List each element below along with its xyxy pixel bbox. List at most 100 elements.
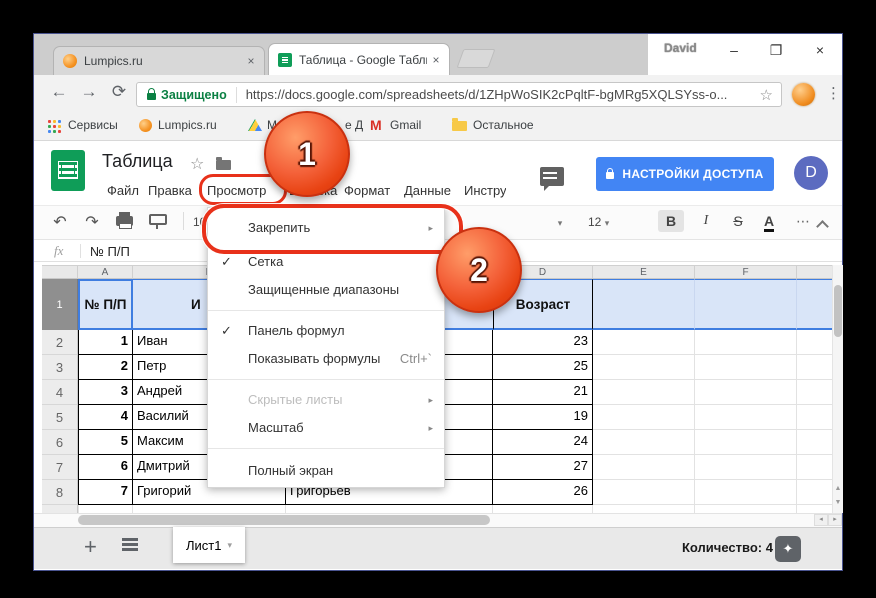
cell[interactable]	[695, 430, 797, 455]
cell[interactable]: 5	[78, 430, 133, 455]
redo-icon[interactable]: ↷	[80, 212, 104, 232]
menu-file[interactable]: Файл	[107, 181, 139, 201]
cell[interactable]: 21	[493, 380, 593, 405]
cell[interactable]: 23	[493, 330, 593, 355]
collapse-toolbar-icon[interactable]	[818, 219, 828, 229]
row-header[interactable]: 5	[42, 405, 78, 430]
horizontal-scrollbar-thumb[interactable]	[78, 515, 490, 525]
cell[interactable]	[593, 430, 695, 455]
sheet-menu-caret-icon[interactable]: ▾	[227, 540, 232, 551]
cell[interactable]	[695, 330, 797, 355]
cell[interactable]	[797, 330, 832, 355]
profile-avatar[interactable]	[792, 83, 815, 106]
menu-data[interactable]: Данные	[404, 181, 451, 201]
cell[interactable]	[797, 480, 832, 505]
apps-grid-icon[interactable]	[48, 120, 61, 133]
cell[interactable]	[797, 405, 832, 430]
bold-button[interactable]: B	[658, 210, 684, 232]
undo-icon[interactable]: ↶	[48, 212, 72, 232]
menu-item-show-formulas[interactable]: Показывать формулы Ctrl+`	[208, 345, 444, 373]
document-title[interactable]: Таблица	[102, 151, 173, 172]
cell[interactable]	[797, 380, 832, 405]
row-header[interactable]: 2	[42, 330, 78, 355]
row-header[interactable]: 3	[42, 355, 78, 380]
share-settings-button[interactable]: НАСТРОЙКИ ДОСТУПА	[596, 157, 774, 191]
column-header-g[interactable]	[797, 265, 832, 279]
back-icon[interactable]: ←	[48, 82, 70, 102]
maximize-button[interactable]: ❐	[764, 40, 788, 60]
browser-tab-sheets[interactable]: Таблица - Google Табли ×	[268, 43, 450, 75]
menu-tools[interactable]: Инстру	[464, 181, 506, 201]
menu-format[interactable]: Формат	[344, 181, 390, 201]
close-button[interactable]: ×	[808, 40, 832, 60]
cell[interactable]	[593, 455, 695, 480]
row-header[interactable]: 6	[42, 430, 78, 455]
formula-bar-value[interactable]: № П/П	[90, 244, 130, 259]
add-sheet-button[interactable]: +	[84, 534, 97, 560]
cell[interactable]: 3	[78, 380, 133, 405]
text-color-button[interactable]: A	[756, 210, 782, 232]
cell[interactable]	[593, 355, 695, 380]
cell[interactable]	[695, 355, 797, 380]
cell-a1-selected[interactable]: № П/П	[78, 279, 133, 330]
tab-close-icon[interactable]: ×	[242, 54, 260, 68]
cell[interactable]: 24	[493, 430, 593, 455]
move-folder-icon[interactable]	[216, 160, 231, 170]
address-bar[interactable]: Защищено https://docs.google.com/spreads…	[136, 82, 782, 107]
cell-e1[interactable]	[593, 279, 695, 330]
paint-format-icon[interactable]	[149, 214, 167, 225]
row-header-selected[interactable]: 1	[42, 279, 78, 330]
cell[interactable]	[695, 380, 797, 405]
select-all-corner[interactable]	[42, 265, 78, 279]
menu-item-formula-bar[interactable]: ✓ Панель формул	[208, 317, 444, 345]
column-header-e[interactable]: E	[593, 265, 695, 279]
tab-close-icon[interactable]: ×	[427, 53, 445, 67]
column-header-a[interactable]: A	[78, 265, 133, 279]
browser-tab-lumpics[interactable]: Lumpics.ru ×	[53, 46, 265, 75]
user-avatar[interactable]: D	[794, 156, 828, 190]
cell-f1[interactable]	[695, 279, 797, 330]
cell[interactable]: 19	[493, 405, 593, 430]
more-tools-icon[interactable]: ⋯	[790, 210, 816, 232]
all-sheets-icon[interactable]	[122, 538, 138, 541]
reload-icon[interactable]: ⟳	[108, 82, 130, 102]
cell[interactable]: 25	[493, 355, 593, 380]
chrome-menu-icon[interactable]: ⋮	[826, 84, 841, 102]
font-family-caret-icon[interactable]: ▾	[548, 218, 572, 229]
cell[interactable]: 1	[78, 330, 133, 355]
cell[interactable]	[593, 380, 695, 405]
font-size-select[interactable]: 12 ▾	[588, 215, 609, 229]
bookmark-gmail[interactable]: Gmail	[390, 118, 421, 132]
cell[interactable]	[593, 330, 695, 355]
scroll-down-icon[interactable]: ▼	[833, 497, 843, 509]
cell[interactable]: 27	[493, 455, 593, 480]
forward-icon[interactable]: →	[78, 82, 100, 102]
menu-item-protected-ranges[interactable]: Защищенные диапазоны	[208, 276, 444, 304]
minimize-button[interactable]: –	[722, 40, 746, 60]
bookmark-star-icon[interactable]: ☆	[760, 86, 773, 104]
scroll-right-icon[interactable]: ▸	[828, 514, 842, 526]
scroll-up-icon[interactable]: ▲	[833, 483, 843, 495]
cell[interactable]	[695, 455, 797, 480]
vertical-scrollbar-thumb[interactable]	[834, 285, 842, 337]
strikethrough-button[interactable]: S	[725, 210, 751, 232]
cell[interactable]	[593, 480, 695, 505]
bookmark-lumpics[interactable]: Lumpics.ru	[158, 118, 217, 132]
row-header[interactable]	[42, 505, 78, 513]
cell[interactable]: 26	[493, 480, 593, 505]
cell[interactable]: 2	[78, 355, 133, 380]
bookmark-services[interactable]: Сервисы	[68, 118, 118, 132]
star-document-icon[interactable]: ☆	[190, 154, 204, 174]
cell[interactable]	[797, 455, 832, 480]
sheet-tab[interactable]: Лист1 ▾	[173, 527, 245, 563]
row-header[interactable]: 7	[42, 455, 78, 480]
row-header[interactable]: 8	[42, 480, 78, 505]
row-header[interactable]: 4	[42, 380, 78, 405]
bookmark-other[interactable]: Остальное	[473, 118, 534, 132]
column-header-f[interactable]: F	[695, 265, 797, 279]
cell[interactable]: 7	[78, 480, 133, 505]
comments-icon[interactable]	[540, 167, 564, 186]
bookmark-drive-fragment[interactable]: е Д	[345, 118, 363, 132]
menu-edit[interactable]: Правка	[148, 181, 192, 201]
cell[interactable]: 4	[78, 405, 133, 430]
